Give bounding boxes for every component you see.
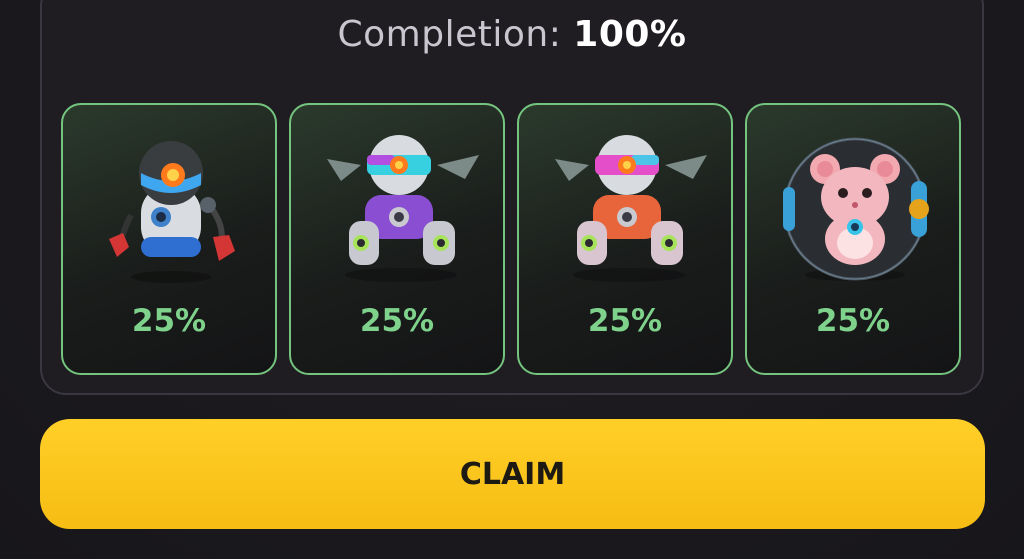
card-boxing-robot[interactable]: 25% <box>61 103 277 375</box>
card-hamster-ball[interactable]: 25% <box>745 103 961 375</box>
boxing-robot-icon <box>109 141 235 283</box>
completion-label: Completion: <box>337 14 562 55</box>
card-purple-mech[interactable]: 25% <box>289 103 505 375</box>
reward-cards: 25% 25% 25% 25% <box>61 103 961 375</box>
claim-button[interactable]: CLAIM <box>40 419 985 529</box>
completion-readout: Completion: 100% <box>0 14 1024 55</box>
card-orange-mech[interactable]: 25% <box>517 103 733 375</box>
card-percent: 25% <box>815 303 891 339</box>
purple-mech-icon <box>327 135 479 282</box>
card-percent: 25% <box>587 303 663 339</box>
hamster-ball-icon <box>783 137 929 281</box>
reward-screen: Completion: 100% 25% 25% 25% 25% CLAIM <box>0 0 1024 559</box>
completion-value: 100% <box>573 14 687 55</box>
card-percent: 25% <box>359 303 435 339</box>
card-percent: 25% <box>131 303 207 339</box>
orange-mech-icon <box>555 135 707 282</box>
